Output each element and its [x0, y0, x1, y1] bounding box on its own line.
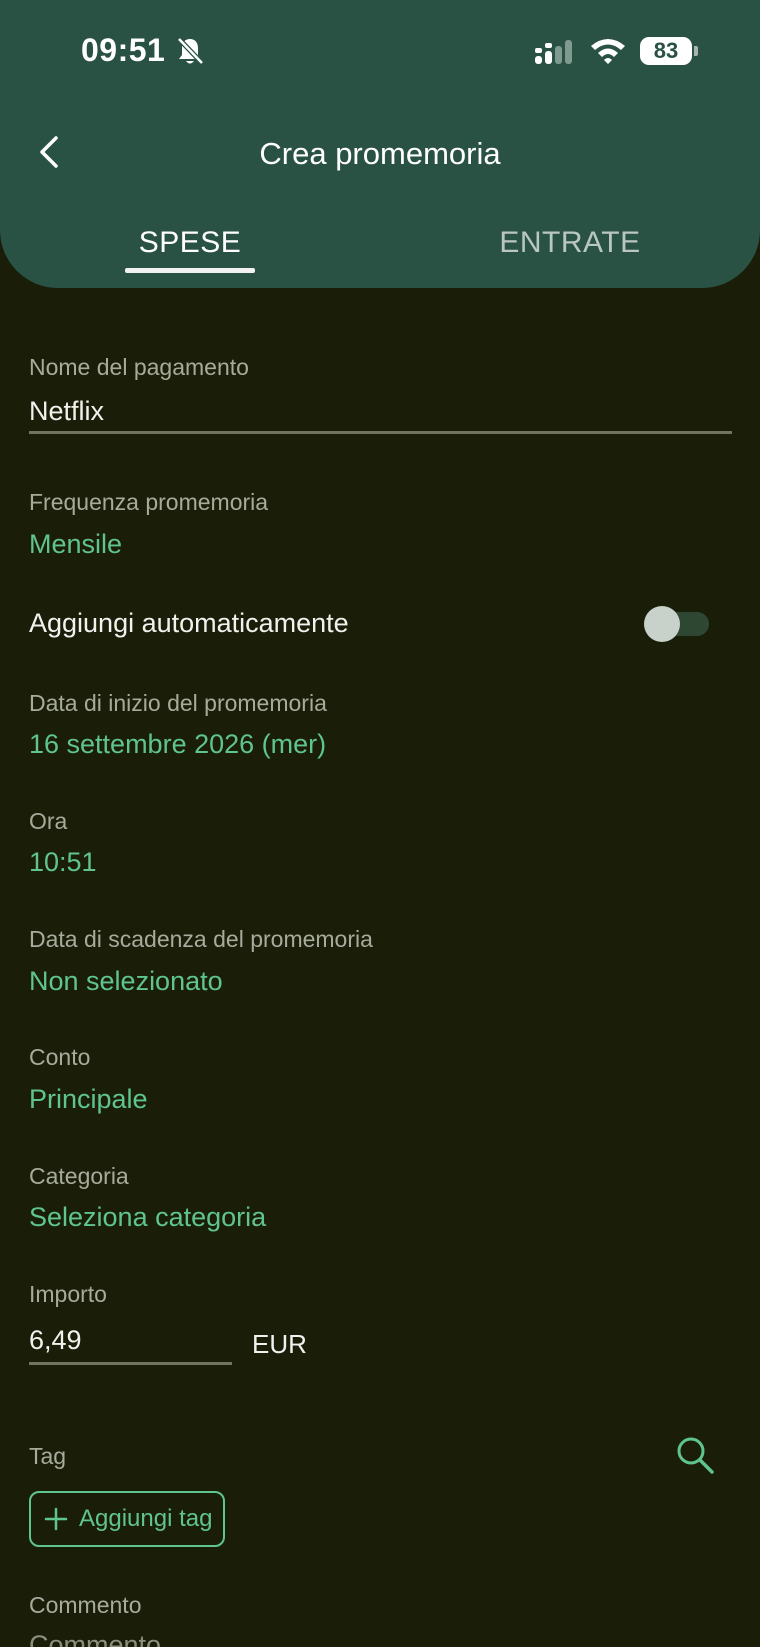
add-tag-label: Aggiungi tag: [79, 1505, 213, 1532]
auto-add-toggle-thumb[interactable]: [644, 606, 680, 642]
category-value[interactable]: Seleziona categoria: [29, 1202, 266, 1233]
wifi-icon: [591, 39, 625, 64]
bell-off-icon: [177, 37, 204, 65]
amount-input[interactable]: 6,49: [29, 1325, 82, 1356]
payment-name-underline: [29, 431, 732, 434]
amount-underline: [29, 1362, 232, 1365]
account-label: Conto: [29, 1044, 91, 1070]
tab-entrate[interactable]: ENTRATE: [490, 226, 650, 260]
start-date-value[interactable]: 16 settembre 2026 (mer): [29, 729, 326, 760]
search-icon[interactable]: [674, 1434, 716, 1476]
amount-label: Importo: [29, 1281, 107, 1307]
time-label: Ora: [29, 808, 68, 834]
payment-name-input[interactable]: Netflix: [29, 396, 104, 427]
frequency-label: Frequenza promemoria: [29, 489, 269, 515]
frequency-value[interactable]: Mensile: [29, 529, 122, 560]
account-value[interactable]: Principale: [29, 1084, 148, 1115]
active-tab-indicator: [125, 268, 255, 273]
comment-label: Commento: [29, 1592, 142, 1618]
add-tag-button[interactable]: Aggiungi tag: [29, 1491, 225, 1547]
start-date-label: Data di inizio del promemoria: [29, 690, 327, 716]
screen: 09:51 83 Crea promemoria SPESE ENTRATE N…: [0, 0, 760, 1647]
status-time: 09:51: [81, 32, 166, 68]
category-label: Categoria: [29, 1163, 129, 1189]
time-value[interactable]: 10:51: [29, 847, 97, 878]
tag-label: Tag: [29, 1443, 67, 1469]
page-title: Crea promemoria: [259, 136, 501, 171]
signal-icon: [535, 40, 572, 64]
auto-add-label: Aggiungi automaticamente: [29, 608, 349, 638]
battery-icon: 83: [640, 37, 692, 65]
end-date-value[interactable]: Non selezionato: [29, 966, 223, 997]
payment-name-label: Nome del pagamento: [29, 354, 249, 380]
tab-spese[interactable]: SPESE: [125, 226, 255, 260]
end-date-label: Data di scadenza del promemoria: [29, 926, 373, 952]
comment-input[interactable]: Commento: [29, 1630, 161, 1647]
battery-nub: [694, 46, 698, 56]
plus-icon: [44, 1507, 68, 1531]
currency-label: EUR: [252, 1329, 307, 1359]
header: 09:51 83 Crea promemoria SPESE ENTRATE: [0, 0, 760, 288]
